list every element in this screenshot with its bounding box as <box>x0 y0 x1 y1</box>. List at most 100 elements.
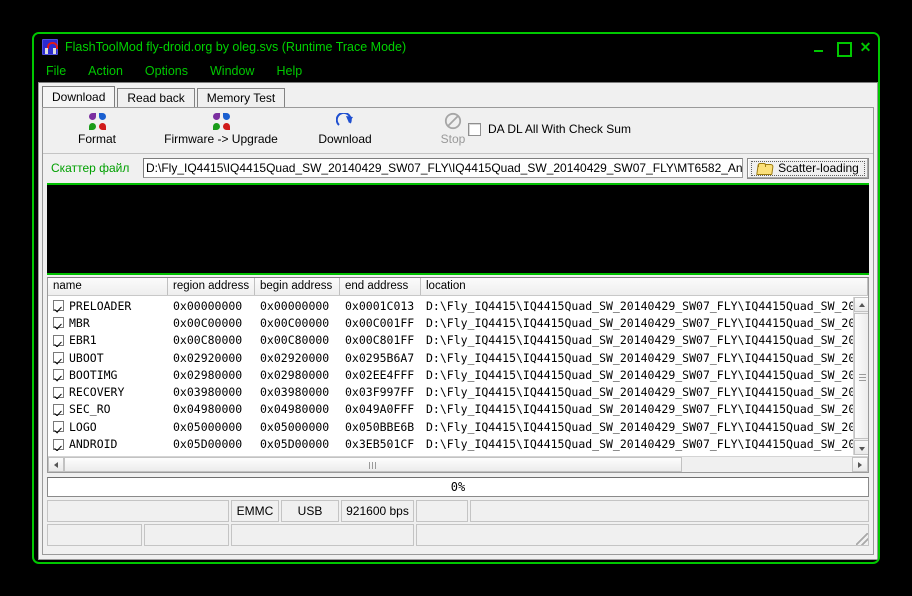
table-row[interactable]: RECOVERY 0x03980000 0x03980000 0x03F997FF D:… <box>48 383 853 400</box>
cell-begin-address: 0x00C80000 <box>260 333 330 348</box>
table-row[interactable]: ANDROID 0x05D00000 0x05D00000 0x3EB501CF D:\… <box>48 435 853 452</box>
cell-end-address: 0x0295B6A7 <box>345 350 415 365</box>
row-checkbox[interactable] <box>53 352 64 364</box>
table-body: PRELOADER 0x00000000 0x00000000 0x0001C013 D… <box>48 297 853 455</box>
cell-name-label: MBR <box>69 315 90 330</box>
da-dl-checksum-label: DA DL All With Check Sum <box>488 122 631 136</box>
tab-panel-download: Format Firmware -> Upgrade Download Stop… <box>42 107 874 555</box>
maximize-icon[interactable] <box>836 41 852 57</box>
menu-item-help[interactable]: Help <box>276 63 313 79</box>
da-dl-checksum-checkbox[interactable]: DA DL All With Check Sum <box>468 122 631 136</box>
horizontal-scrollbar[interactable] <box>48 456 868 472</box>
status-cell-storage: EMMC <box>231 500 279 522</box>
cell-location: D:\Fly_IQ4415\IQ4415Quad_SW_20140429_SW0… <box>426 298 853 313</box>
progress-bar: 0% <box>47 477 869 497</box>
cell-location: D:\Fly_IQ4415\IQ4415Quad_SW_20140429_SW0… <box>426 350 853 365</box>
scroll-up-icon[interactable] <box>854 297 868 312</box>
cell-begin-address: 0x02980000 <box>260 367 330 382</box>
tab-memory-test[interactable]: Memory Test <box>196 88 286 107</box>
window-controls: ✕ <box>813 34 872 60</box>
cell-name-label: EBR1 <box>69 333 97 348</box>
table-row[interactable]: CACHE0x445000000x445000000x44B06093D:\Fl… <box>48 453 853 455</box>
table-header: name region address begin address end ad… <box>48 278 868 296</box>
progress-percent-label: 0% <box>450 480 466 494</box>
row-checkbox[interactable] <box>53 403 64 415</box>
cell-name-label: SEC_RO <box>69 402 111 417</box>
scroll-down-icon[interactable] <box>854 440 868 455</box>
column-header-begin-address[interactable]: begin address <box>255 278 340 295</box>
table-row[interactable]: BOOTIMG 0x02980000 0x02980000 0x02EE4FFF D:\… <box>48 366 853 383</box>
status2-cell-1 <box>47 524 142 546</box>
tab-read-back[interactable]: Read back <box>117 88 195 107</box>
row-checkbox[interactable] <box>53 334 64 346</box>
cell-location: D:\Fly_IQ4415\IQ4415Quad_SW_20140429_SW0… <box>421 454 853 455</box>
cell-begin-address: 0x04980000 <box>260 402 330 417</box>
close-icon[interactable]: ✕ <box>859 40 872 54</box>
table-row[interactable]: EBR1 0x00C80000 0x00C80000 0x00C801FF D:\Fly… <box>48 332 853 349</box>
scatter-file-input[interactable]: D:\Fly_IQ4415\IQ4415Quad_SW_20140429_SW0… <box>143 158 743 178</box>
cell-name: SEC_RO <box>48 402 168 416</box>
table-row[interactable]: SEC_RO 0x04980000 0x04980000 0x049A0FFF D:\F… <box>48 401 853 418</box>
vertical-scroll-thumb[interactable] <box>854 313 868 439</box>
row-checkbox[interactable] <box>53 438 64 450</box>
scroll-left-icon[interactable] <box>48 457 64 472</box>
pinwheel-icon <box>151 111 291 131</box>
status-cell-blank-2 <box>416 500 468 522</box>
scatter-loading-button[interactable]: Scatter-loading <box>747 157 869 179</box>
cell-begin-address: 0x44500000 <box>255 454 340 455</box>
cell-name: ANDROID <box>48 437 168 451</box>
cell-name-label: BOOTIMG <box>69 367 118 382</box>
cell-begin-address: 0x00C00000 <box>260 315 330 330</box>
cell-region-address: 0x02920000 <box>173 350 243 365</box>
resize-grip-icon[interactable] <box>856 533 868 545</box>
status2-cell-3 <box>231 524 414 546</box>
table-row[interactable]: UBOOT 0x02920000 0x02920000 0x0295B6A7 D:\Fl… <box>48 349 853 366</box>
partition-table: name region address begin address end ad… <box>47 277 869 473</box>
column-header-region-address[interactable]: region address <box>168 278 255 295</box>
column-header-end-address[interactable]: end address <box>340 278 421 295</box>
scroll-right-icon[interactable] <box>852 457 868 472</box>
pinwheel-icon <box>43 111 151 131</box>
download-button[interactable]: Download <box>291 111 399 146</box>
row-checkbox[interactable] <box>53 369 64 381</box>
cell-region-address: 0x02980000 <box>173 367 243 382</box>
scroll-track[interactable] <box>682 457 852 472</box>
row-checkbox[interactable] <box>53 421 64 433</box>
menu-item-window[interactable]: Window <box>210 63 265 79</box>
horizontal-scroll-thumb[interactable] <box>64 457 682 472</box>
cell-begin-address: 0x00000000 <box>260 298 330 313</box>
cell-name: CACHE <box>48 454 168 455</box>
console-text <box>47 185 869 273</box>
column-header-name[interactable]: name <box>48 278 168 295</box>
firmware-upgrade-button-label: Firmware -> Upgrade <box>164 132 278 146</box>
scatter-loading-button-label: Scatter-loading <box>778 161 859 175</box>
tab-download[interactable]: Download <box>42 86 116 107</box>
row-checkbox[interactable] <box>53 386 64 398</box>
title-bar[interactable]: FlashToolMod fly-droid.org by oleg.svs (… <box>34 34 878 60</box>
status-bar: EMMC USB 921600 bps <box>47 500 869 522</box>
table-row[interactable]: PRELOADER 0x00000000 0x00000000 0x0001C013 D… <box>48 297 853 314</box>
cell-name-label: UBOOT <box>69 350 104 365</box>
cell-name: BOOTIMG <box>48 368 168 382</box>
menu-item-action[interactable]: Action <box>88 63 134 79</box>
row-checkbox[interactable] <box>53 300 64 312</box>
firmware-upgrade-button[interactable]: Firmware -> Upgrade <box>151 111 291 146</box>
status2-cell-4 <box>416 524 869 546</box>
cell-region-address: 0x05D00000 <box>173 437 243 452</box>
cell-name-label: RECOVERY <box>69 385 125 400</box>
minimize-icon[interactable] <box>813 41 826 54</box>
menu-item-file[interactable]: File <box>46 63 77 79</box>
toolbar: Format Firmware -> Upgrade Download Stop… <box>43 108 873 154</box>
table-row[interactable]: LOGO 0x05000000 0x05000000 0x050BBE6B D:\Fly… <box>48 418 853 435</box>
row-checkbox[interactable] <box>53 317 64 329</box>
app-window: FlashToolMod fly-droid.org by oleg.svs (… <box>32 32 880 564</box>
checkbox-box[interactable] <box>468 122 481 136</box>
vertical-scrollbar[interactable] <box>853 297 868 455</box>
table-row[interactable]: MBR 0x00C00000 0x00C00000 0x00C001FF D:\Fly_… <box>48 314 853 331</box>
column-header-location[interactable]: location <box>421 278 868 295</box>
format-button[interactable]: Format <box>43 111 151 146</box>
cell-begin-address: 0x05D00000 <box>260 437 330 452</box>
menu-item-options[interactable]: Options <box>145 63 199 79</box>
cell-location: D:\Fly_IQ4415\IQ4415Quad_SW_20140429_SW0… <box>426 385 853 400</box>
cell-region-address: 0x04980000 <box>173 402 243 417</box>
